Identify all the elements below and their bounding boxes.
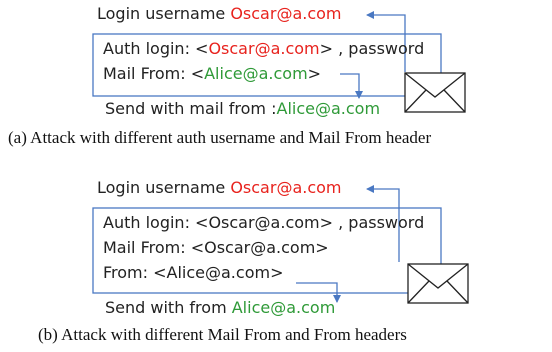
diagram-a-send-user: Alice@a.com [276, 99, 381, 118]
diagram-a-send-label: Send with mail from : [105, 99, 277, 118]
caption-a: (a) Attack with different auth username … [8, 128, 432, 147]
diagram-a-line1-user: Oscar@a.com [208, 39, 320, 58]
diagram-a-login-user: Oscar@a.com [230, 4, 342, 23]
diagram-b-auth-line: Auth login: <Oscar@a.com> , password [103, 213, 425, 232]
diagram-b-login-label: Login username [97, 178, 231, 197]
diagram-a-send-arrow [340, 73, 363, 99]
diagram-a-line2-tail: > [307, 64, 322, 83]
diagram-b-send-user: Alice@a.com [231, 298, 336, 317]
envelope-icon [404, 72, 466, 113]
envelope-icon [407, 263, 469, 304]
diagram-a-line1-tail: > , password [319, 39, 425, 58]
caption-b: (b) Attack with different Mail From and … [38, 325, 407, 344]
diagram-b-send: Send with from Alice@a.com [105, 298, 335, 317]
diagram-b-from-line: From: <Alice@a.com> [103, 263, 284, 282]
diagram-a-send: Send with mail from :Alice@a.com [105, 99, 380, 118]
diagram-b-send-label: Send with from [105, 298, 232, 317]
diagram-a-auth-line: Auth login: <Oscar@a.com> , password [103, 39, 424, 58]
diagram-a-mailfrom-line: Mail From: <Alice@a.com> [103, 64, 321, 83]
diagram-a-login-label: Login username [97, 4, 231, 23]
diagram-a-line1-prefix: Auth login: < [103, 39, 209, 58]
diagram-a-line2-prefix: Mail From: < [103, 64, 205, 83]
diagram-a-line2-user: Alice@a.com [204, 64, 308, 83]
diagram-b-login-user: Oscar@a.com [230, 178, 342, 197]
diagram-a-login: Login username Oscar@a.com [97, 4, 342, 23]
diagram-b-mailfrom-line: Mail From: <Oscar@a.com> [103, 238, 329, 257]
diagram-b-login: Login username Oscar@a.com [97, 178, 342, 197]
